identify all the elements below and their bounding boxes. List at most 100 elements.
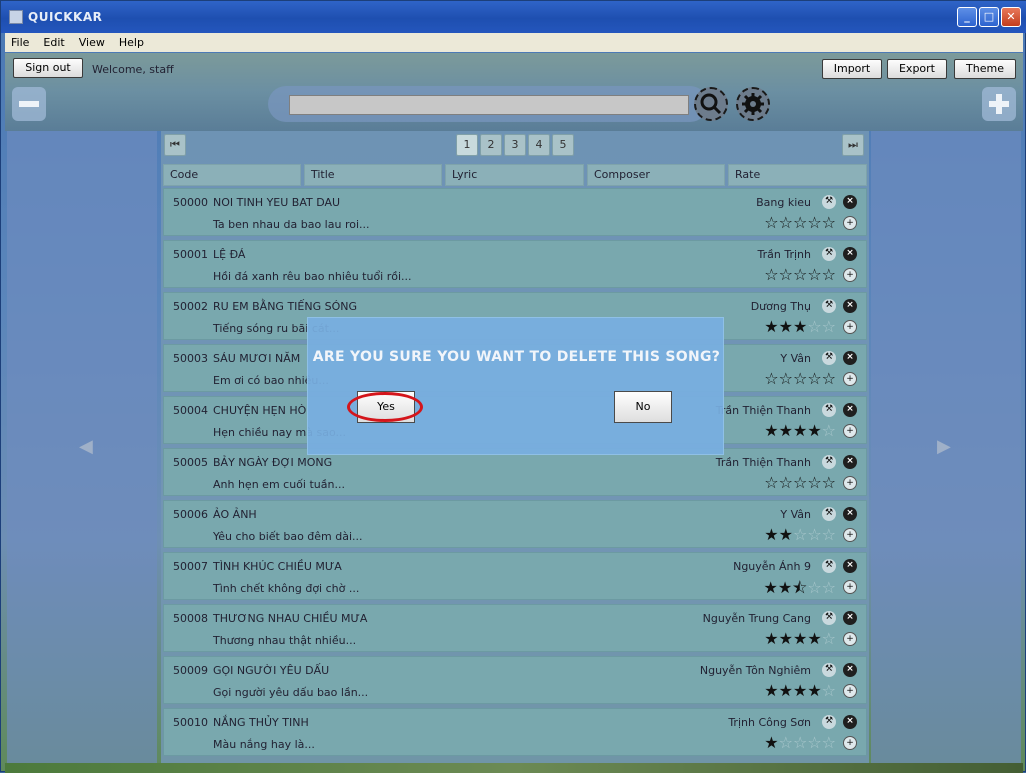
add-to-list-icon[interactable]: + [843, 476, 857, 490]
rating-stars[interactable]: ☆☆☆☆☆ [764, 213, 836, 232]
minimize-button[interactable]: _ [957, 7, 977, 27]
star-icon[interactable]: ★ [764, 421, 778, 440]
next-arrow-icon[interactable]: ▶ [937, 436, 951, 457]
import-button[interactable]: Import [822, 59, 882, 79]
song-row[interactable]: 50001 LỆ ĐÁ Hồi đá xanh rêu bao nhiêu tuổi… [163, 240, 867, 288]
song-row[interactable]: 50006 ẢO ẢNH Yêu cho biết bao đêm dài... Y … [163, 500, 867, 548]
rating-stars[interactable]: ★★★☆☆ [764, 317, 836, 336]
rating-stars[interactable]: ★★⯪☆☆ [763, 577, 836, 604]
column-header-rate[interactable]: Rate [728, 164, 867, 186]
sign-out-button[interactable]: Sign out [13, 58, 83, 78]
star-icon[interactable]: ☆ [779, 265, 793, 284]
rating-stars[interactable]: ★★☆☆☆ [764, 525, 836, 544]
star-icon[interactable]: ☆ [793, 473, 807, 492]
menu-file[interactable]: File [11, 36, 29, 49]
theme-button[interactable]: Theme [954, 59, 1016, 79]
rating-stars[interactable]: ☆☆☆☆☆ [764, 369, 836, 388]
prev-arrow-icon[interactable]: ◀ [79, 436, 93, 457]
delete-icon[interactable]: × [843, 195, 857, 209]
menu-edit[interactable]: Edit [43, 36, 64, 49]
add-to-list-icon[interactable]: + [843, 632, 857, 646]
star-icon[interactable]: ☆ [764, 265, 778, 284]
song-row[interactable]: 50008 THƯƠNG NHAU CHIỀU MƯA Thương nhau th… [163, 604, 867, 652]
star-icon[interactable]: ★ [793, 681, 807, 700]
star-icon[interactable]: ☆ [822, 578, 836, 597]
delete-icon[interactable]: × [843, 663, 857, 677]
star-icon[interactable]: ☆ [807, 473, 821, 492]
star-icon[interactable]: ☆ [779, 733, 793, 752]
delete-icon[interactable]: × [843, 247, 857, 261]
edit-tool-icon[interactable]: ⚒ [822, 247, 836, 261]
star-icon[interactable]: ★ [778, 578, 792, 597]
search-button[interactable] [694, 87, 728, 121]
star-icon[interactable]: ☆ [779, 213, 793, 232]
star-icon[interactable]: ☆ [764, 213, 778, 232]
column-header-title[interactable]: Title [304, 164, 442, 186]
star-icon[interactable]: ☆ [779, 369, 793, 388]
song-row[interactable]: 50009 GỌI NGƯỜI YÊU DẤU Gọi người yêu dấu … [163, 656, 867, 704]
edit-tool-icon[interactable]: ⚒ [822, 299, 836, 313]
star-icon[interactable]: ★ [763, 578, 777, 597]
star-icon[interactable]: ☆ [822, 525, 836, 544]
column-header-code[interactable]: Code [163, 164, 301, 186]
star-icon[interactable]: ☆ [822, 421, 836, 440]
star-icon[interactable]: ☆ [764, 369, 778, 388]
no-button[interactable]: No [614, 391, 672, 423]
edit-tool-icon[interactable]: ⚒ [822, 403, 836, 417]
song-row[interactable]: 50005 BẢY NGÀY ĐỢI MONG Anh hẹn em cuối tu… [163, 448, 867, 496]
star-icon[interactable]: ★ [779, 525, 793, 544]
delete-icon[interactable]: × [843, 455, 857, 469]
star-icon[interactable]: ☆ [807, 525, 821, 544]
star-icon[interactable]: ★ [764, 525, 778, 544]
star-icon[interactable]: ★ [807, 681, 821, 700]
star-icon[interactable]: ★ [764, 681, 778, 700]
add-to-list-icon[interactable]: + [843, 528, 857, 542]
star-icon[interactable]: ☆ [822, 369, 836, 388]
star-icon[interactable]: ☆ [807, 213, 821, 232]
star-icon[interactable]: ☆ [764, 473, 778, 492]
star-icon[interactable]: ☆ [822, 473, 836, 492]
star-icon[interactable]: ☆ [793, 525, 807, 544]
star-icon[interactable]: ★ [764, 629, 778, 648]
star-icon[interactable]: ★ [779, 681, 793, 700]
star-icon[interactable]: ★ [779, 317, 793, 336]
rating-stars[interactable]: ☆☆☆☆☆ [764, 473, 836, 492]
edit-tool-icon[interactable]: ⚒ [822, 195, 836, 209]
maximize-button[interactable]: □ [979, 7, 999, 27]
search-input[interactable] [289, 95, 689, 115]
star-icon[interactable]: ☆ [793, 369, 807, 388]
star-icon[interactable]: ☆ [822, 733, 836, 752]
delete-icon[interactable]: × [843, 559, 857, 573]
star-icon[interactable]: ☆ [807, 733, 821, 752]
remove-song-button[interactable] [12, 87, 46, 121]
delete-icon[interactable]: × [843, 507, 857, 521]
edit-tool-icon[interactable]: ⚒ [822, 611, 836, 625]
song-row[interactable]: 50010 NẮNG THỦY TINH Màu nắng hay là... Trị… [163, 708, 867, 756]
star-icon[interactable]: ☆ [822, 681, 836, 700]
rating-stars[interactable]: ★☆☆☆☆ [764, 733, 836, 752]
add-to-list-icon[interactable]: + [843, 372, 857, 386]
page-button-4[interactable]: 4 [528, 134, 550, 156]
column-header-lyric[interactable]: Lyric [445, 164, 584, 186]
star-icon[interactable]: ☆ [822, 317, 836, 336]
add-to-list-icon[interactable]: + [843, 424, 857, 438]
edit-tool-icon[interactable]: ⚒ [822, 351, 836, 365]
star-icon[interactable]: ☆ [793, 213, 807, 232]
page-button-3[interactable]: 3 [504, 134, 526, 156]
star-icon[interactable]: ☆ [793, 265, 807, 284]
add-to-list-icon[interactable]: + [843, 684, 857, 698]
add-to-list-icon[interactable]: + [843, 216, 857, 230]
edit-tool-icon[interactable]: ⚒ [822, 455, 836, 469]
star-icon[interactable]: ★ [779, 629, 793, 648]
page-button-5[interactable]: 5 [552, 134, 574, 156]
star-icon[interactable]: ☆ [779, 473, 793, 492]
add-to-list-icon[interactable]: + [843, 580, 857, 594]
rating-stars[interactable]: ★★★★☆ [764, 629, 836, 648]
star-icon[interactable]: ★ [793, 421, 807, 440]
edit-tool-icon[interactable]: ⚒ [822, 715, 836, 729]
page-button-1[interactable]: 1 [456, 134, 478, 156]
add-song-button[interactable] [982, 87, 1016, 121]
menu-view[interactable]: View [79, 36, 105, 49]
star-icon[interactable]: ☆ [807, 265, 821, 284]
delete-icon[interactable]: × [843, 299, 857, 313]
